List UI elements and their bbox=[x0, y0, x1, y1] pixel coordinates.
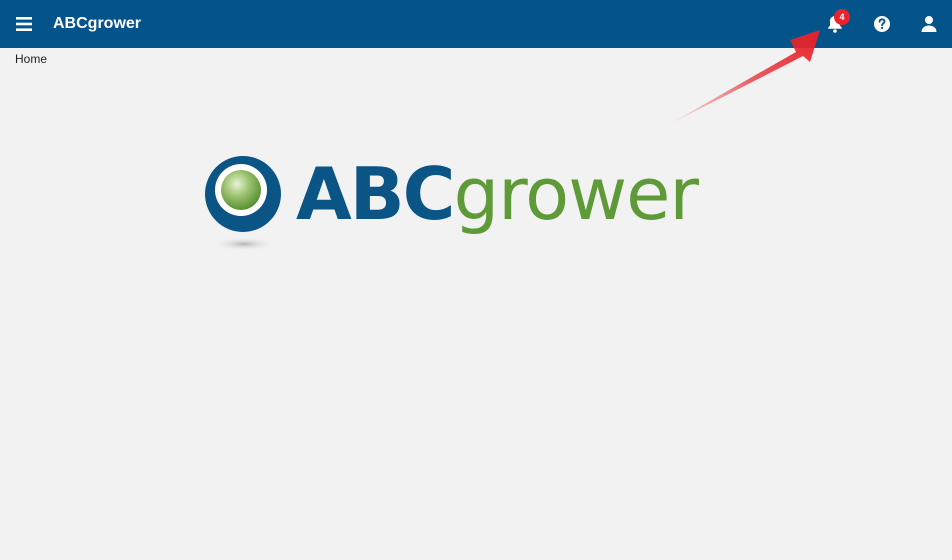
abcgrower-logo: ABCgrower bbox=[204, 150, 699, 254]
breadcrumb-home[interactable]: Home bbox=[15, 52, 47, 66]
hamburger-icon bbox=[16, 17, 32, 31]
user-account-button[interactable] bbox=[917, 12, 941, 36]
user-icon bbox=[921, 16, 937, 32]
logo-text-abc: ABC bbox=[296, 152, 455, 236]
menu-button[interactable] bbox=[14, 14, 34, 34]
notification-count-badge: 4 bbox=[834, 9, 850, 25]
question-circle-icon bbox=[874, 16, 890, 32]
app-title: ABCgrower bbox=[53, 15, 142, 32]
logo-wordmark: ABCgrower bbox=[296, 150, 699, 238]
logo-orb-icon bbox=[205, 156, 281, 251]
help-button[interactable] bbox=[870, 12, 894, 36]
top-app-bar: ABCgrower 4 bbox=[0, 0, 952, 48]
logo-text-grower: grower bbox=[453, 152, 699, 236]
breadcrumb: Home bbox=[15, 52, 47, 66]
